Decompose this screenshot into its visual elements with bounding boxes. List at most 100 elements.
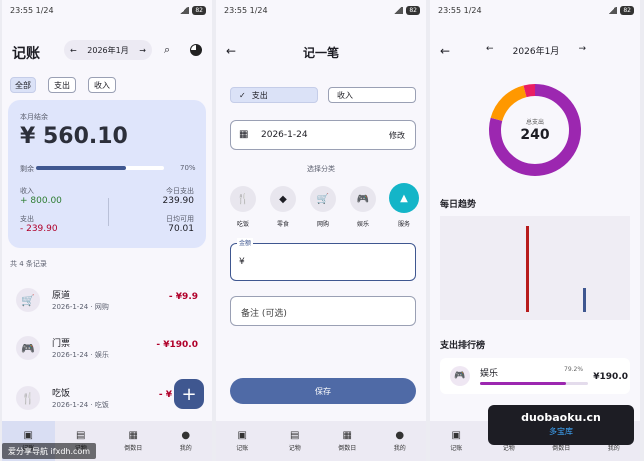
date-field[interactable]: ▦ 2026-1-24 修改 bbox=[230, 120, 416, 150]
category-entertainment[interactable]: 🎮 bbox=[350, 186, 376, 212]
note-placeholder: 备注 (可选) bbox=[241, 309, 287, 319]
status-bar: 23:55 1/24 82 bbox=[224, 4, 420, 16]
category-shopping[interactable]: 🛒 bbox=[310, 186, 336, 212]
category-snack[interactable]: ◆ bbox=[270, 186, 296, 212]
trend-title: 每日趋势 bbox=[440, 200, 477, 210]
divider bbox=[108, 198, 109, 226]
archive-icon: ▤ bbox=[290, 430, 300, 441]
next-month-icon[interactable]: → bbox=[578, 44, 586, 57]
filter-all[interactable]: 全部 bbox=[10, 77, 36, 93]
ranking-item[interactable]: 🎮 娱乐 79.2% ¥190.0 bbox=[440, 358, 630, 394]
archive-icon: ▤ bbox=[76, 430, 86, 441]
nav-ledger[interactable]: ▣ 记账 bbox=[430, 421, 483, 461]
daily-trend-chart bbox=[440, 216, 630, 320]
next-month-icon[interactable]: → bbox=[139, 46, 146, 55]
status-time: 23:55 bbox=[438, 5, 462, 15]
today-label: 今日支出 bbox=[166, 187, 194, 195]
rank-progress bbox=[480, 382, 588, 385]
gamepad-icon: 🎮 bbox=[450, 366, 470, 386]
filter-expense[interactable]: 支出 bbox=[48, 77, 76, 93]
record-title: 原道 bbox=[52, 291, 71, 301]
signal-icon bbox=[179, 6, 190, 14]
status-bar: 23:55 1/24 82 bbox=[10, 4, 206, 16]
category-label: 网购 bbox=[316, 221, 329, 228]
wallet-icon: ▣ bbox=[23, 430, 33, 441]
ice-cream-icon: ◆ bbox=[279, 193, 287, 205]
status-date: 1/24 bbox=[463, 5, 482, 15]
gamepad-icon: 🎮 bbox=[16, 336, 40, 360]
amount-label: 金额 bbox=[237, 238, 254, 247]
person-icon: ● bbox=[181, 430, 191, 441]
category-label: 娱乐 bbox=[356, 221, 369, 228]
record-amount: - ¥9.9 bbox=[168, 292, 198, 302]
statistics-screen: 23:55 1/24 82 ← ← 2026年1月 → 总支出 240 每日趋势… bbox=[430, 0, 640, 461]
summary-card: 本月结余 ¥ 560.10 剩余 70% 收入 + 800.00 支出 - 23… bbox=[8, 100, 206, 248]
check-icon: ✓ bbox=[239, 90, 246, 100]
battery-icon: 82 bbox=[406, 5, 420, 15]
nav-items[interactable]: ▤ 记物 bbox=[269, 421, 322, 461]
nav-profile[interactable]: ● 我的 bbox=[160, 421, 213, 461]
gamepad-icon: 🎮 bbox=[356, 193, 370, 205]
daily-label: 日均可用 bbox=[166, 215, 194, 223]
amount-input[interactable]: 金额 ¥ bbox=[230, 238, 416, 281]
prev-month-icon[interactable]: ← bbox=[486, 44, 494, 57]
income-value: + 800.00 bbox=[20, 196, 62, 206]
bottom-nav: ▣ 记账 ▤ 记物 ▦ 倒数日 ● 我的 bbox=[216, 421, 426, 461]
page-title: 记一笔 bbox=[302, 46, 339, 60]
filter-income[interactable]: 收入 bbox=[88, 77, 116, 93]
person-icon: ● bbox=[395, 430, 405, 441]
note-input[interactable]: 备注 (可选) bbox=[230, 296, 416, 326]
type-expense-toggle[interactable]: ✓ 支出 bbox=[230, 87, 318, 103]
date-edit-button[interactable]: 修改 bbox=[389, 130, 405, 141]
calendar-icon: ▦ bbox=[239, 129, 249, 140]
nav-ledger[interactable]: ▣ 记账 bbox=[216, 421, 269, 461]
add-record-button[interactable]: + bbox=[174, 379, 204, 409]
back-arrow-icon[interactable]: ← bbox=[440, 44, 450, 58]
nav-label: 记物 bbox=[288, 445, 301, 452]
status-bar: 23:55 1/24 82 bbox=[438, 4, 634, 16]
trend-bar bbox=[526, 226, 529, 312]
income-label: 收入 bbox=[20, 187, 34, 195]
save-button[interactable]: 保存 bbox=[230, 378, 416, 404]
calendar-icon: ▦ bbox=[342, 430, 352, 441]
expense-value: - 239.90 bbox=[20, 224, 58, 234]
search-icon[interactable]: ⌕ bbox=[164, 43, 170, 57]
nav-label: 我的 bbox=[179, 445, 192, 452]
record-meta: 2026-1-24 · 娱乐 bbox=[52, 351, 109, 359]
remain-progress bbox=[36, 166, 164, 170]
record-amount: - ¥ bbox=[158, 390, 172, 400]
type-income-toggle[interactable]: 收入 bbox=[328, 87, 416, 103]
category-label: 服务 bbox=[397, 221, 410, 228]
bell-icon: ▲ bbox=[400, 192, 408, 204]
add-record-screen: 23:55 1/24 82 ← 记一笔 ✓ 支出 收入 ▦ 2026-1-24 修… bbox=[216, 0, 426, 461]
balance-label: 本月结余 bbox=[20, 113, 48, 121]
status-time: 23:55 bbox=[10, 5, 34, 15]
category-service[interactable]: ▲ bbox=[389, 183, 419, 213]
balance-value: ¥ 560.10 bbox=[20, 124, 128, 149]
nav-label: 记账 bbox=[450, 445, 463, 452]
type-expense-label: 支出 bbox=[251, 90, 268, 100]
month-label: 2026年1月 bbox=[512, 47, 560, 57]
nav-countdown[interactable]: ▦ 倒数日 bbox=[107, 421, 160, 461]
nav-label: 记账 bbox=[236, 445, 249, 452]
watermark-name: 多宝库 bbox=[549, 427, 573, 436]
wallet-icon: ▣ bbox=[451, 430, 461, 441]
daily-value: 70.01 bbox=[168, 224, 194, 234]
category-food[interactable]: 🍴 bbox=[230, 186, 256, 212]
currency-prefix: ¥ bbox=[239, 257, 245, 267]
list-item[interactable]: 🛒 原道 2026-1-24 · 网购 - ¥9.9 bbox=[2, 280, 212, 326]
battery-icon: 82 bbox=[192, 5, 206, 15]
rank-name: 娱乐 bbox=[480, 369, 499, 379]
signal-icon bbox=[393, 6, 404, 14]
nav-countdown[interactable]: ▦ 倒数日 bbox=[321, 421, 374, 461]
record-title: 门票 bbox=[52, 339, 71, 349]
nav-profile[interactable]: ● 我的 bbox=[374, 421, 427, 461]
prev-month-icon[interactable]: ← bbox=[70, 46, 77, 55]
trend-bar bbox=[583, 288, 586, 312]
list-item[interactable]: 🎮 门票 2026-1-24 · 娱乐 - ¥190.0 bbox=[2, 328, 212, 374]
cart-icon: 🛒 bbox=[316, 193, 330, 205]
pie-chart-icon[interactable] bbox=[190, 44, 202, 56]
cart-icon: 🛒 bbox=[16, 288, 40, 312]
choose-category-label: 选择分类 bbox=[307, 165, 335, 173]
fork-knife-icon: 🍴 bbox=[16, 386, 40, 410]
